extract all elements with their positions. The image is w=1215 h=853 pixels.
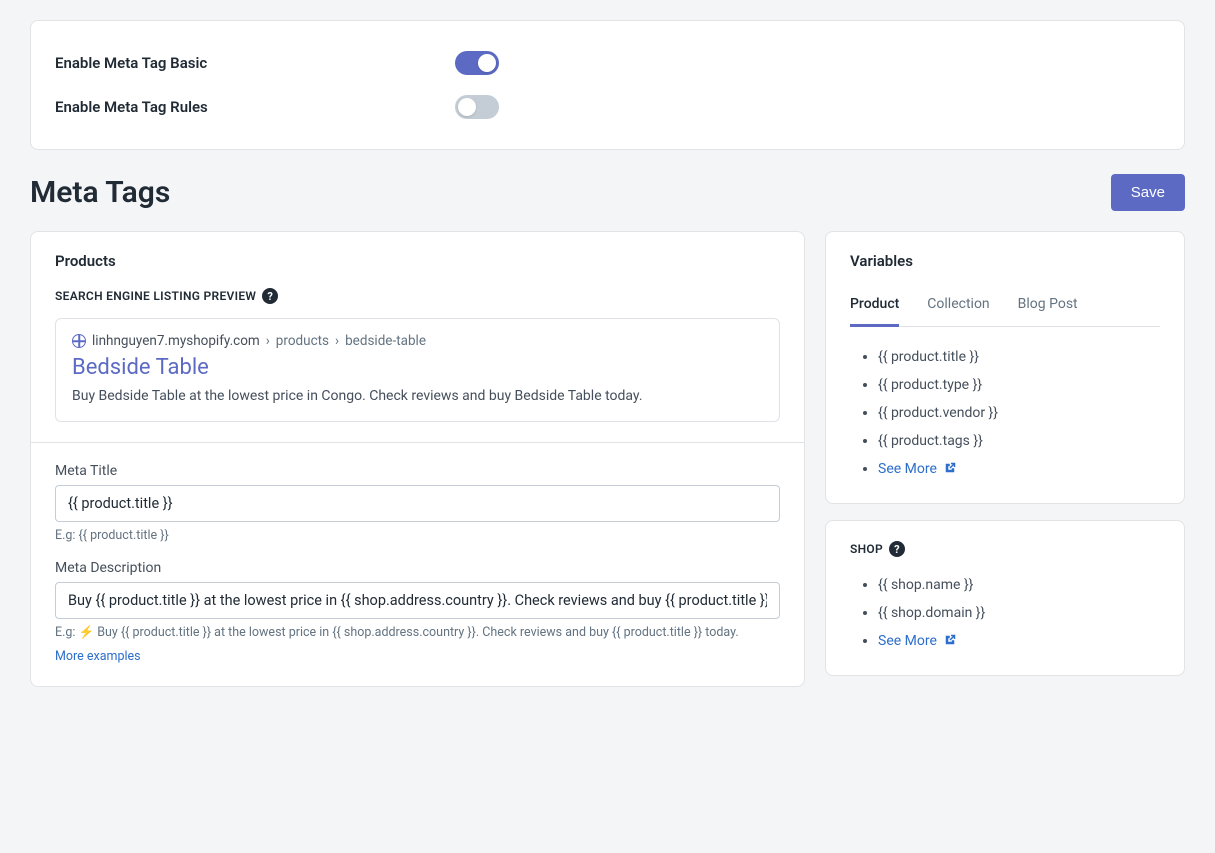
external-link-icon xyxy=(944,462,956,474)
toggle-basic[interactable] xyxy=(455,51,499,75)
var-item: {{ shop.domain }} xyxy=(878,599,1160,627)
bolt-icon: ⚡ xyxy=(79,625,95,640)
var-item: {{ product.type }} xyxy=(878,371,1160,399)
meta-desc-input[interactable] xyxy=(55,582,780,619)
tab-product[interactable]: Product xyxy=(850,288,899,327)
variables-card: Variables Product Collection Blog Post {… xyxy=(825,231,1185,504)
preview-path2: bedside-table xyxy=(345,333,426,349)
preview-host: linhnguyen7.myshopify.com xyxy=(92,333,260,349)
meta-title-input[interactable] xyxy=(55,485,780,522)
meta-title-label: Meta Title xyxy=(55,463,780,479)
preview-path1: products xyxy=(276,333,329,349)
meta-desc-label: Meta Description xyxy=(55,560,780,576)
products-title: Products xyxy=(55,252,780,270)
tab-collection[interactable]: Collection xyxy=(927,288,989,327)
external-link-icon xyxy=(944,634,956,646)
shop-heading-row: SHOP ? xyxy=(850,541,1160,557)
see-more-item[interactable]: See More xyxy=(878,455,1160,483)
page-header: Meta Tags Save xyxy=(30,174,1185,211)
serp-preview: linhnguyen7.myshopify.com › products › b… xyxy=(55,318,780,422)
preview-title: Bedside Table xyxy=(72,355,763,380)
see-more-item[interactable]: See More xyxy=(878,627,1160,655)
toggle-row-rules: Enable Meta Tag Rules xyxy=(55,85,1160,129)
sep2: › xyxy=(335,333,339,349)
product-variable-list: {{ product.title }} {{ product.type }} {… xyxy=(850,343,1160,483)
more-examples-link[interactable]: More examples xyxy=(55,649,141,664)
shop-variable-list: {{ shop.name }} {{ shop.domain }} See Mo… xyxy=(850,571,1160,655)
preview-heading-text: SEARCH ENGINE LISTING PREVIEW xyxy=(55,289,256,303)
see-more-link[interactable]: See More xyxy=(878,461,937,477)
divider xyxy=(31,442,804,443)
var-item: {{ product.vendor }} xyxy=(878,399,1160,427)
hint-prefix: E.g: xyxy=(55,625,75,640)
meta-title-hint: E.g: {{ product.title }} xyxy=(55,527,780,546)
shop-heading: SHOP xyxy=(850,542,883,556)
toggle-rules-label: Enable Meta Tag Rules xyxy=(55,98,455,116)
shop-card: SHOP ? {{ shop.name }} {{ shop.domain }}… xyxy=(825,520,1185,676)
preview-desc: Buy Bedside Table at the lowest price in… xyxy=(72,386,763,407)
tab-blog-post[interactable]: Blog Post xyxy=(1018,288,1078,327)
var-item: {{ shop.name }} xyxy=(878,571,1160,599)
sep1: › xyxy=(266,333,270,349)
meta-desc-hint: E.g: ⚡ Buy {{ product.title }} at the lo… xyxy=(55,624,780,643)
save-button[interactable]: Save xyxy=(1111,174,1185,211)
toggles-card: Enable Meta Tag Basic Enable Meta Tag Ru… xyxy=(30,20,1185,150)
var-item: {{ product.title }} xyxy=(878,343,1160,371)
products-card: Products SEARCH ENGINE LISTING PREVIEW ?… xyxy=(30,231,805,687)
hint-body: Buy {{ product.title }} at the lowest pr… xyxy=(97,625,738,640)
toggle-row-basic: Enable Meta Tag Basic xyxy=(55,41,1160,85)
preview-url: linhnguyen7.myshopify.com › products › b… xyxy=(72,333,763,349)
page-title: Meta Tags xyxy=(30,175,170,210)
globe-icon xyxy=(72,334,86,348)
variables-title: Variables xyxy=(850,252,1160,270)
help-icon[interactable]: ? xyxy=(889,541,905,557)
variables-tabs: Product Collection Blog Post xyxy=(850,288,1160,327)
preview-heading: SEARCH ENGINE LISTING PREVIEW ? xyxy=(55,288,780,304)
help-icon[interactable]: ? xyxy=(262,288,278,304)
toggle-basic-label: Enable Meta Tag Basic xyxy=(55,54,455,72)
toggle-rules[interactable] xyxy=(455,95,499,119)
see-more-link[interactable]: See More xyxy=(878,633,937,649)
var-item: {{ product.tags }} xyxy=(878,427,1160,455)
